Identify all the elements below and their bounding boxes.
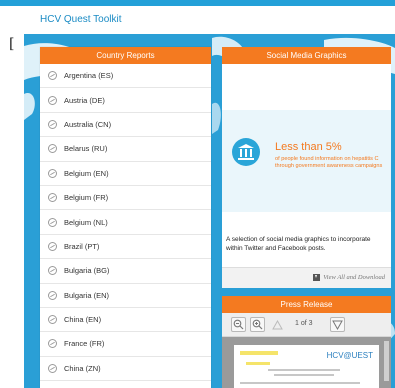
press-release-title: Press Release — [222, 296, 391, 313]
social-graphic-card: Less than 5% of people found information… — [222, 110, 391, 212]
country-item[interactable]: France (FR) — [40, 332, 211, 357]
government-building-icon — [232, 138, 260, 166]
highlight-mark — [246, 362, 270, 365]
globe-icon — [48, 217, 57, 227]
stat-caption: of people found information on hepatitis… — [275, 156, 383, 170]
country-item[interactable]: Belarus (RU) — [40, 137, 211, 162]
pdf-scrollbar[interactable] — [384, 341, 389, 381]
view-all-label: View All and Download — [323, 274, 385, 281]
bracket-icon: [ — [9, 36, 15, 52]
zoom-out-button[interactable] — [231, 317, 246, 332]
country-item[interactable]: Bulgaria (BG) — [40, 259, 211, 284]
country-label: Australia (CN) — [64, 119, 112, 129]
zoom-in-button[interactable] — [250, 317, 265, 332]
country-label: France (FR) — [64, 339, 105, 349]
next-page-button[interactable] — [330, 317, 345, 332]
prev-page-icon — [272, 319, 283, 330]
globe-icon — [48, 144, 57, 154]
country-item[interactable]: Brazil (PT) — [40, 235, 211, 260]
country-item[interactable]: Belgium (NL) — [40, 210, 211, 235]
country-label: China (EN) — [64, 315, 102, 325]
globe-icon — [48, 168, 57, 178]
next-page-icon — [332, 320, 343, 331]
country-item[interactable]: Belgium (EN) — [40, 162, 211, 186]
globe-icon — [48, 266, 57, 276]
country-label: Belgium (EN) — [64, 168, 109, 178]
prev-page-button[interactable] — [270, 317, 285, 332]
text-line — [274, 374, 334, 376]
globe-icon — [48, 363, 57, 373]
view-all-bar: View All and Download — [222, 267, 391, 288]
globe-icon — [48, 339, 57, 349]
zoom-in-icon — [252, 319, 263, 330]
country-label: Belgium (NL) — [64, 217, 108, 227]
left-gutter: [ — [0, 6, 24, 388]
hcv-quest-logo: HCV@UEST — [326, 351, 373, 360]
globe-icon — [48, 193, 57, 203]
text-line — [240, 382, 360, 384]
site-header: HCV Quest Toolkit — [24, 6, 395, 34]
press-release-panel: Press Release 1 of 3 HCV@UEST — [222, 296, 391, 388]
page-indicator: 1 of 3 — [295, 320, 313, 327]
country-label: China (ZN) — [64, 363, 101, 373]
country-item[interactable]: Argentina (ES) — [40, 64, 211, 89]
highlight-mark — [240, 351, 278, 355]
country-label: Belarus (RU) — [64, 144, 108, 154]
country-item[interactable]: China (EN) — [40, 308, 211, 333]
download-icon — [313, 274, 321, 281]
country-label: Argentina (ES) — [64, 71, 114, 81]
view-all-download-link[interactable]: View All and Download — [313, 274, 385, 281]
globe-icon — [48, 290, 57, 300]
globe-icon — [48, 71, 57, 81]
country-label: Brazil (PT) — [64, 241, 100, 251]
country-item[interactable]: Austria (DE) — [40, 88, 211, 113]
country-reports-panel: Country Reports Argentina (ES) Austria (… — [40, 47, 211, 388]
country-item[interactable]: Australia (CN) — [40, 113, 211, 138]
globe-icon — [48, 315, 57, 325]
country-label: Bulgaria (BG) — [64, 266, 110, 276]
pdf-toolbar: 1 of 3 — [222, 313, 391, 337]
site-title[interactable]: HCV Quest Toolkit — [40, 14, 122, 25]
social-media-panel: Social Media Graphics Less than 5% of pe… — [222, 47, 391, 288]
globe-icon — [48, 241, 57, 251]
text-line — [268, 369, 340, 371]
country-list: Argentina (ES) Austria (DE) Australia (C… — [40, 64, 211, 382]
country-label: Belgium (FR) — [64, 193, 109, 203]
globe-icon — [48, 95, 57, 105]
country-label: Bulgaria (EN) — [64, 290, 110, 300]
country-item[interactable]: Belgium (FR) — [40, 186, 211, 211]
pdf-page: HCV@UEST — [234, 345, 379, 388]
country-reports-title: Country Reports — [40, 47, 211, 64]
social-media-description: A selection of social media graphics to … — [226, 236, 371, 252]
country-item[interactable]: Bulgaria (EN) — [40, 284, 211, 308]
pdf-viewer[interactable]: HCV@UEST — [222, 337, 391, 388]
country-item[interactable]: China (ZN) — [40, 357, 211, 382]
globe-icon — [48, 119, 57, 129]
zoom-out-icon — [233, 319, 244, 330]
social-media-title: Social Media Graphics — [222, 47, 391, 64]
country-label: Austria (DE) — [64, 95, 105, 105]
stat-headline: Less than 5% — [275, 141, 342, 153]
